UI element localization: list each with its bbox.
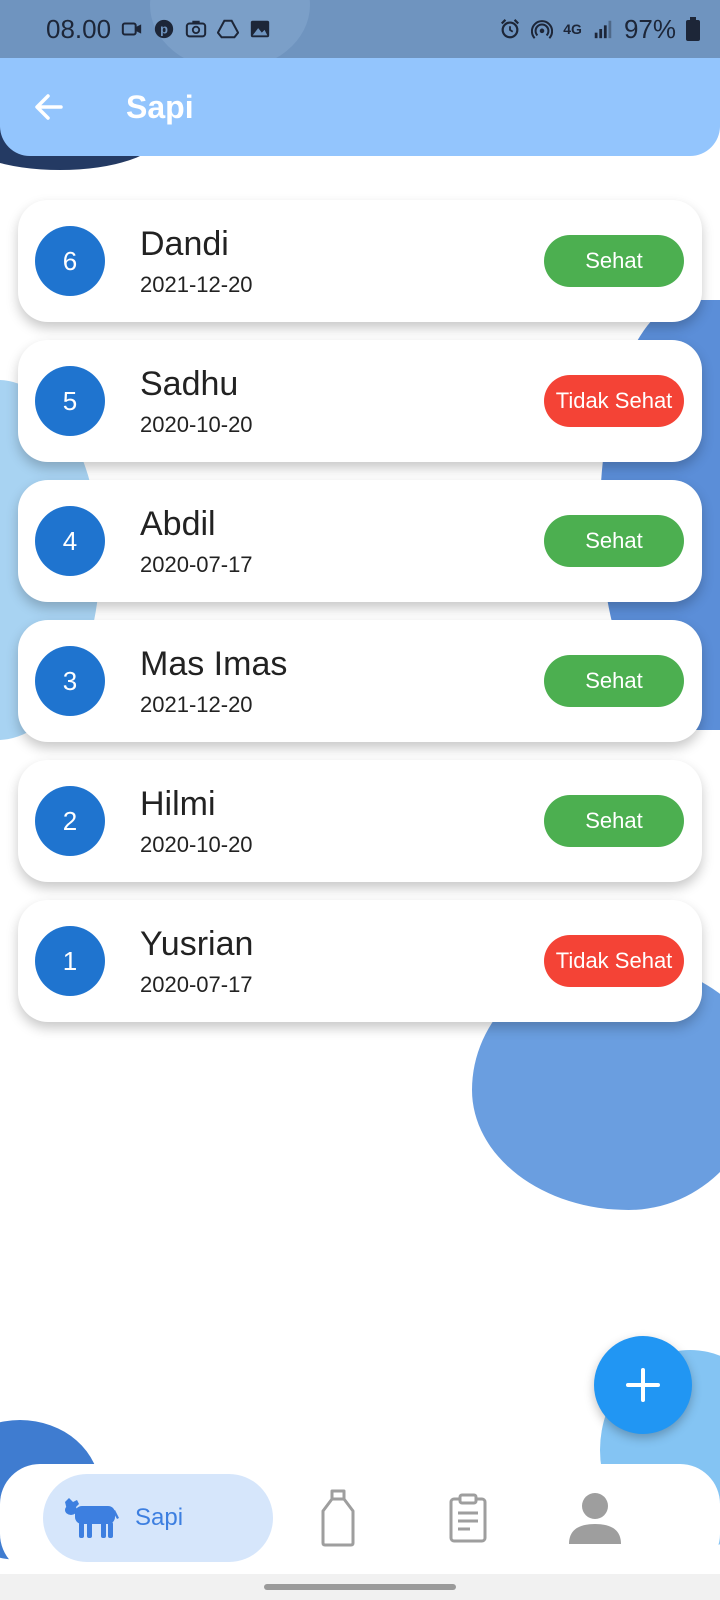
plus-icon <box>626 1368 660 1402</box>
bottom-nav: Sapi <box>0 1464 720 1574</box>
nav-item-sapi[interactable]: Sapi <box>43 1474 273 1562</box>
svg-text:p: p <box>160 22 168 37</box>
status-badge: Sehat <box>544 795 684 847</box>
page-title: Sapi <box>126 88 194 125</box>
signal-icon <box>594 20 612 39</box>
milk-bottle-icon <box>321 1489 355 1547</box>
pinterest-icon: p <box>154 19 174 39</box>
cow-number-badge: 5 <box>35 366 105 436</box>
cow-date: 2020-10-20 <box>140 412 253 437</box>
cow-card[interactable]: 1 Yusrian 2020-07-17 Tidak Sehat <box>18 900 702 1022</box>
camera-icon <box>185 20 207 38</box>
cow-date: 2020-10-20 <box>140 832 253 857</box>
cow-number: 5 <box>62 385 78 416</box>
cow-number: 6 <box>62 245 78 276</box>
cow-number: 1 <box>62 945 78 976</box>
nav-item-milk[interactable] <box>300 1474 376 1562</box>
video-icon <box>121 22 142 36</box>
cow-info: Abdil 2020-07-17 <box>140 504 253 578</box>
cow-card[interactable]: 4 Abdil 2020-07-17 Sehat <box>18 480 702 602</box>
cow-date: 2021-12-20 <box>140 692 253 717</box>
nav-item-report[interactable] <box>430 1474 506 1562</box>
gesture-bar <box>0 1574 720 1600</box>
hotspot-icon <box>531 20 554 39</box>
battery-icon <box>686 17 700 41</box>
cow-card[interactable]: 3 Mas Imas 2021-12-20 Sehat <box>18 620 702 742</box>
cow-info: Yusrian 2020-07-17 <box>140 924 253 998</box>
add-cow-button[interactable] <box>594 1336 692 1434</box>
cow-card[interactable]: 6 Dandi 2021-12-20 Sehat <box>18 200 702 322</box>
app-bar: Sapi <box>0 58 720 156</box>
cow-info: Sadhu 2020-10-20 <box>140 364 253 438</box>
cow-name: Dandi <box>140 225 229 263</box>
cow-number-badge: 1 <box>35 926 105 996</box>
cow-name: Mas Imas <box>140 645 288 683</box>
home-gesture-handle[interactable] <box>264 1584 456 1590</box>
cow-number-badge: 3 <box>35 646 105 716</box>
nav-item-profile[interactable] <box>555 1474 635 1562</box>
person-icon <box>569 1493 621 1544</box>
network-icon: 4G <box>563 21 582 37</box>
status-badge: Sehat <box>544 655 684 707</box>
nav-label-sapi: Sapi <box>135 1504 184 1531</box>
cow-card[interactable]: 2 Hilmi 2020-10-20 Sehat <box>18 760 702 882</box>
cow-name: Abdil <box>140 505 216 543</box>
cow-date: 2021-12-20 <box>140 272 253 297</box>
arrow-left-icon <box>35 94 63 120</box>
status-bar: 08.00 p 4G 97% <box>0 0 720 70</box>
cow-date: 2020-07-17 <box>140 552 253 577</box>
status-badge: Sehat <box>544 235 684 287</box>
back-button[interactable] <box>14 72 84 142</box>
cow-name: Yusrian <box>140 925 254 963</box>
battery-text: 97% <box>623 13 676 44</box>
cow-number-badge: 6 <box>35 226 105 296</box>
screen: 08.00 p 4G 97% Sapi 6 Dandi 2021-12-20 S <box>0 0 720 1600</box>
alarm-icon <box>501 19 520 39</box>
status-left: 08.00 p <box>46 14 271 45</box>
cow-list: 6 Dandi 2021-12-20 Sehat 5 Sadhu 2020-10… <box>18 200 702 1040</box>
status-badge: Tidak Sehat <box>544 935 684 987</box>
status-badge: Tidak Sehat <box>544 375 684 427</box>
cow-name: Sadhu <box>140 365 239 403</box>
drive-icon <box>217 19 240 39</box>
cow-icon <box>65 1498 119 1538</box>
cow-info: Hilmi 2020-10-20 <box>140 784 253 858</box>
cow-number-badge: 2 <box>35 786 105 856</box>
cow-name: Hilmi <box>140 785 216 823</box>
cow-info: Dandi 2021-12-20 <box>140 224 253 298</box>
cow-number: 3 <box>62 665 78 696</box>
status-badge: Sehat <box>544 515 684 567</box>
cow-card[interactable]: 5 Sadhu 2020-10-20 Tidak Sehat <box>18 340 702 462</box>
status-right: 4G 97% <box>499 14 700 45</box>
status-time: 08.00 <box>46 13 112 44</box>
cow-number-badge: 4 <box>35 506 105 576</box>
cow-info: Mas Imas 2021-12-20 <box>140 644 287 718</box>
cow-date: 2020-07-17 <box>140 972 253 997</box>
cow-number: 4 <box>62 525 78 556</box>
cow-number: 2 <box>62 805 78 836</box>
image-icon <box>250 20 270 38</box>
clipboard-icon <box>449 1493 487 1543</box>
